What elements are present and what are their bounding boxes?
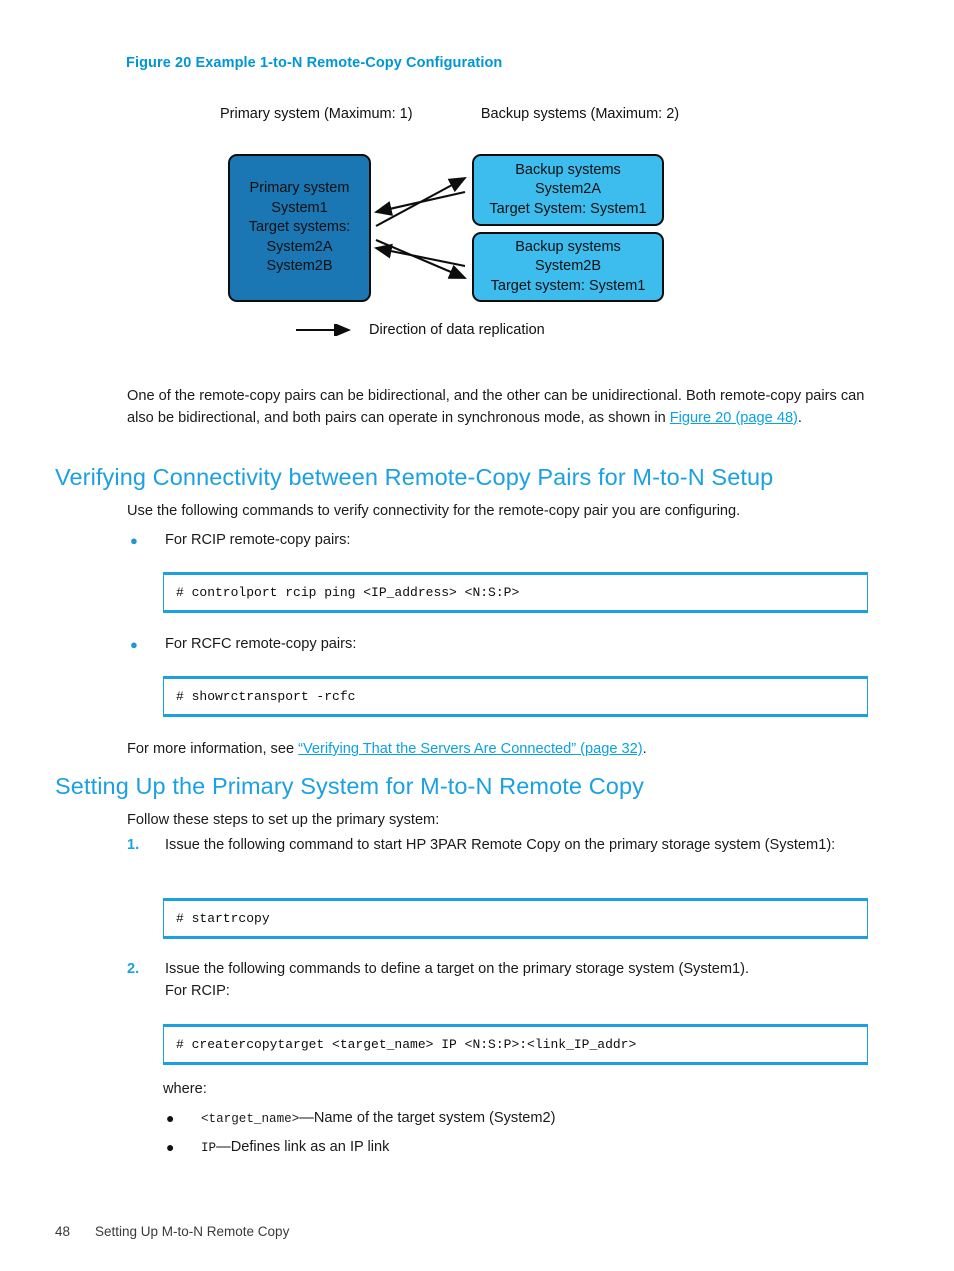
step-2-text: Issue the following commands to define a… bbox=[165, 958, 875, 1002]
diagram-legend: Direction of data replication bbox=[295, 322, 545, 338]
primary-box-line1: Primary system bbox=[249, 180, 350, 197]
list-item: ● <target_name>—Name of the target syste… bbox=[163, 1108, 556, 1130]
list-item: ● IP—Defines link as an IP link bbox=[163, 1137, 389, 1159]
backup-b-line2: System2B bbox=[534, 258, 602, 275]
bullet-icon: ● bbox=[166, 1139, 175, 1155]
backup-a-line2: System2A bbox=[534, 181, 602, 198]
list-item: ● For RCFC remote-copy pairs: bbox=[127, 634, 356, 655]
figure-20-link[interactable]: Figure 20 (page 48) bbox=[670, 410, 798, 426]
bullet-icon: ● bbox=[130, 637, 138, 652]
ordered-list-item: 1. Issue the following command to start … bbox=[127, 834, 875, 856]
verifying-servers-connected-link[interactable]: “Verifying That the Servers Are Connecte… bbox=[298, 741, 643, 757]
ordered-list-item: 2. Issue the following commands to defin… bbox=[127, 958, 875, 1002]
backup-b-line3: Target system: System1 bbox=[490, 277, 646, 294]
diagram-primary-header-line1: Primary system bbox=[220, 106, 320, 122]
primary-box-line4: System2A bbox=[266, 238, 333, 255]
primary-box-line2: System1 bbox=[271, 199, 328, 216]
code-block-controlport-rcip-ping: # controlport rcip ping <IP_address> <N:… bbox=[163, 572, 868, 613]
step-1-text: Issue the following command to start HP … bbox=[165, 837, 836, 853]
where-item-ip: IP—Defines link as an IP link bbox=[201, 1137, 389, 1159]
step-2-line2: For RCIP: bbox=[165, 983, 230, 999]
diagram-backup-header-line1: Backup systems bbox=[480, 106, 587, 122]
footer-page-number: 48 bbox=[55, 1224, 71, 1239]
figure-diagram: Primary system (Maximum: 1) Backup syste… bbox=[160, 100, 800, 360]
where-item-ip-desc: —Defines link as an IP link bbox=[216, 1139, 390, 1155]
code-block-creatercopytarget: # creatercopytarget <target_name> IP <N:… bbox=[163, 1024, 868, 1065]
bullet-icon: ● bbox=[166, 1110, 175, 1126]
diagram-legend-label: Direction of data replication bbox=[369, 322, 545, 338]
list-item: ● For RCIP remote-copy pairs: bbox=[127, 530, 350, 551]
backup-b-line1: Backup systems bbox=[515, 238, 621, 255]
diagram-primary-header-line2: (Maximum: 1) bbox=[323, 106, 413, 122]
backup-a-line3: Target System: System1 bbox=[489, 200, 647, 217]
step-number-1: 1. bbox=[127, 837, 140, 853]
bullet-label-rcfc: For RCFC remote-copy pairs: bbox=[165, 636, 357, 652]
document-page: Figure 20 Example 1-to-N Remote-Copy Con… bbox=[0, 0, 954, 1271]
step-2-line1: Issue the following commands to define a… bbox=[165, 961, 750, 977]
intro-paragraph: One of the remote-copy pairs can be bidi… bbox=[127, 386, 875, 429]
code-block-startrcopy: # startrcopy bbox=[163, 898, 868, 939]
more-info-part2: . bbox=[642, 741, 647, 757]
bullet-label-rcip: For RCIP remote-copy pairs: bbox=[165, 532, 351, 548]
diagram-backup-header-line2: (Maximum: 2) bbox=[590, 106, 680, 122]
intro-text-part2: . bbox=[797, 409, 802, 426]
where-item-target-name-desc: —Name of the target system (System2) bbox=[299, 1110, 556, 1126]
figure-caption: Figure 20 Example 1-to-N Remote-Copy Con… bbox=[126, 55, 503, 71]
section-heading-verifying-connectivity: Verifying Connectivity between Remote-Co… bbox=[55, 464, 774, 490]
step-number-2: 2. bbox=[127, 961, 140, 977]
diagram-box-backup-system-2b: Backup systems System2B Target system: S… bbox=[472, 232, 664, 302]
diagram-box-primary-system: Primary system System1 Target systems: S… bbox=[228, 154, 371, 302]
diagram-box-backup-system-2a: Backup systems System2A Target System: S… bbox=[472, 154, 664, 226]
diagram-primary-header: Primary system (Maximum: 1) bbox=[220, 105, 413, 124]
primary-box-line3: Target systems: bbox=[248, 219, 351, 236]
footer-chapter-title: Setting Up M-to-N Remote Copy bbox=[95, 1224, 290, 1239]
where-item-target-name: <target_name>—Name of the target system … bbox=[201, 1108, 556, 1130]
bullet-icon: ● bbox=[130, 533, 138, 548]
diagram-backup-header: Backup systems (Maximum: 2) bbox=[480, 105, 680, 124]
arrow-icon bbox=[296, 324, 351, 336]
code-block-showrctransport-rcfc: # showrctransport -rcfc bbox=[163, 676, 868, 717]
where-label: where: bbox=[163, 1081, 207, 1097]
page-footer: 48 Setting Up M-to-N Remote Copy bbox=[55, 1224, 289, 1239]
backup-a-line1: Backup systems bbox=[515, 161, 621, 178]
primary-box-line5: System2B bbox=[266, 258, 333, 275]
where-item-target-name-code: <target_name> bbox=[201, 1112, 300, 1126]
section2-lead-text: Follow these steps to set up the primary… bbox=[127, 812, 440, 828]
more-info-part1: For more information, see bbox=[127, 741, 299, 757]
section-heading-setting-up-primary-system: Setting Up the Primary System for M-to-N… bbox=[55, 773, 644, 799]
more-information-paragraph: For more information, see “Verifying Tha… bbox=[127, 739, 875, 761]
section1-lead-text: Use the following commands to verify con… bbox=[127, 503, 741, 519]
where-item-ip-code: IP bbox=[201, 1141, 217, 1155]
